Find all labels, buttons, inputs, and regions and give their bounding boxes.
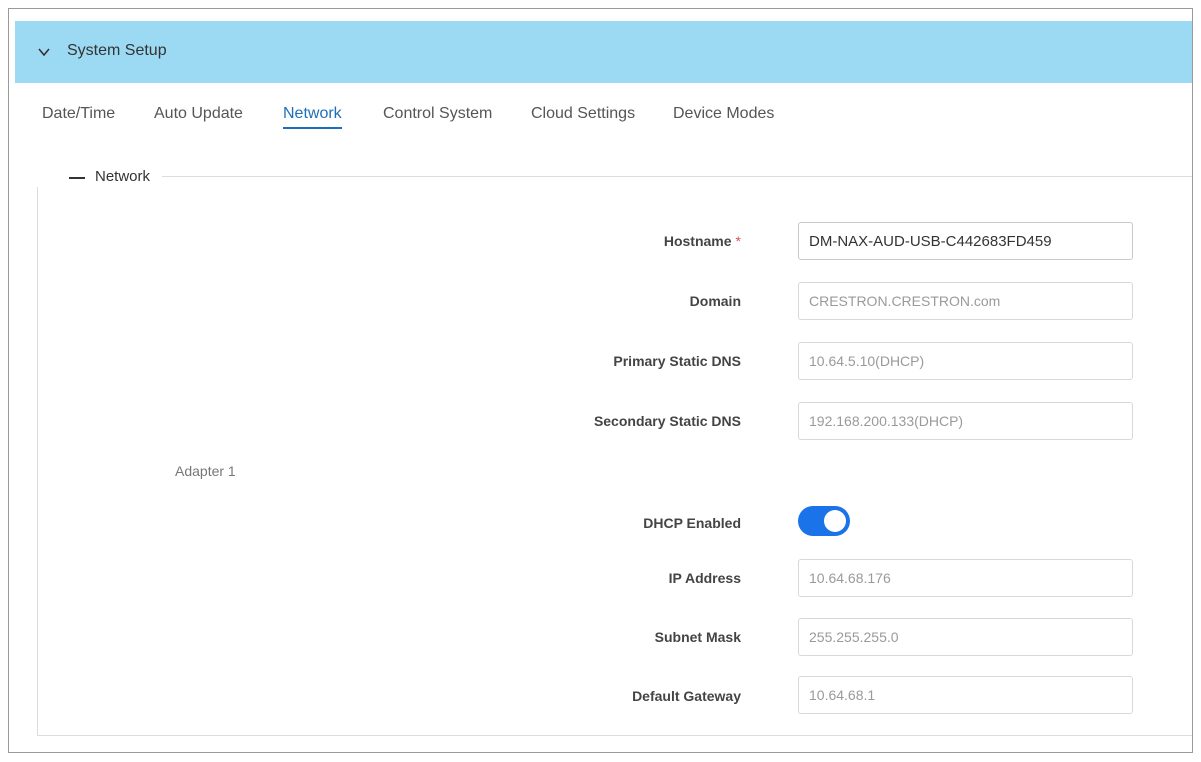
tab-auto-update[interactable]: Auto Update (154, 105, 243, 127)
secondary-dns-input[interactable] (798, 402, 1133, 440)
required-marker: * (735, 233, 741, 249)
dhcp-enabled-label: DHCP Enabled (643, 515, 741, 531)
tab-date-time[interactable]: Date/Time (42, 105, 115, 127)
domain-label: Domain (689, 293, 741, 309)
adapter-title: Adapter 1 (175, 463, 236, 479)
system-setup-header[interactable]: System Setup (15, 21, 1192, 83)
system-setup-title: System Setup (67, 42, 167, 59)
tab-network[interactable]: Network (283, 105, 342, 129)
system-setup-panel: System Setup Date/Time Auto Update Netwo… (8, 8, 1193, 753)
settings-tabs: Date/Time Auto Update Network Control Sy… (9, 105, 1192, 145)
chevron-down-icon[interactable] (37, 45, 51, 59)
secondary-dns-label: Secondary Static DNS (593, 413, 741, 429)
dhcp-enabled-toggle[interactable] (798, 506, 850, 536)
subnet-mask-label: Subnet Mask (654, 629, 741, 645)
hostname-label: Hostname * (663, 233, 741, 249)
tab-device-modes[interactable]: Device Modes (673, 105, 774, 127)
subnet-mask-input[interactable] (798, 618, 1133, 656)
default-gateway-label: Default Gateway (632, 688, 741, 704)
primary-dns-input[interactable] (798, 342, 1133, 380)
domain-input[interactable] (798, 282, 1133, 320)
network-section-title: Network (95, 168, 151, 185)
minus-icon[interactable] (69, 177, 85, 179)
tab-control-system[interactable]: Control System (383, 105, 492, 127)
hostname-input[interactable] (798, 222, 1133, 260)
default-gateway-input[interactable] (798, 676, 1133, 714)
toggle-knob (824, 510, 846, 532)
ip-address-label: IP Address (668, 570, 741, 586)
network-section-header[interactable]: Network (37, 167, 163, 187)
tab-cloud-settings[interactable]: Cloud Settings (531, 105, 635, 127)
ip-address-input[interactable] (798, 559, 1133, 597)
primary-dns-label: Primary Static DNS (613, 353, 741, 369)
